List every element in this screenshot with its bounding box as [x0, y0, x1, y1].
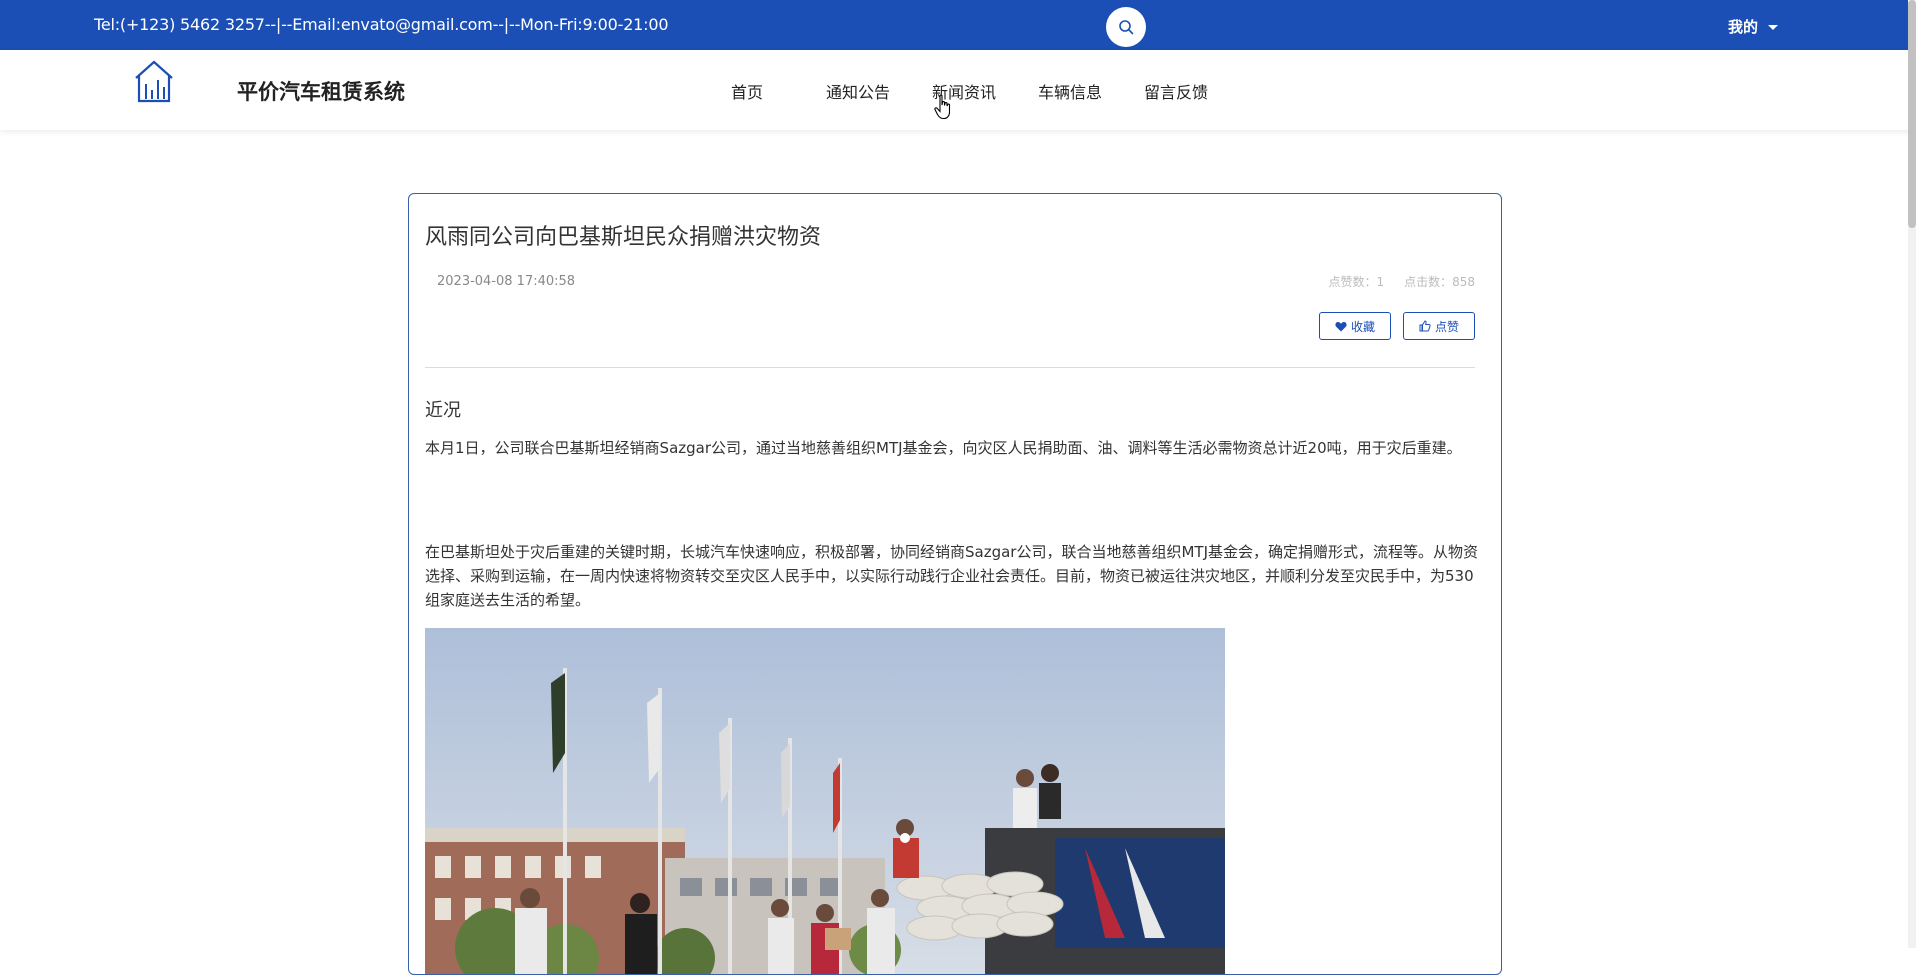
- article-card: 风雨同公司向巴基斯坦民众捐赠洪灾物资 2023-04-08 17:40:58 点…: [408, 193, 1502, 975]
- article-paragraph-2: 在巴基斯坦处于灾后重建的关键时期，长城汽车快速响应，积极部署，协同经销商Sazg…: [425, 543, 1479, 609]
- main-nav: 首页 通知公告 新闻资讯 车辆信息 留言反馈: [715, 79, 1213, 103]
- like-count: 点赞数：1: [1328, 275, 1385, 289]
- article-title: 风雨同公司向巴基斯坦民众捐赠洪灾物资: [425, 225, 822, 250]
- page-scrollbar[interactable]: [1908, 0, 1916, 948]
- contact-info: Tel:(+123) 5462 3257--|--Email:envato@gm…: [94, 15, 669, 34]
- site-title[interactable]: 平价汽车租赁系统: [237, 76, 405, 106]
- chevron-down-icon: [1768, 25, 1779, 30]
- nav-item-feedback[interactable]: 留言反馈: [1139, 79, 1213, 103]
- article-stats: 点赞数：1 点击数：858: [1328, 273, 1475, 290]
- hand-cursor-icon: [934, 94, 951, 120]
- article-photo: [425, 628, 1225, 974]
- main-header: 平价汽车租赁系统 首页 通知公告 新闻资讯 车辆信息 留言反馈: [0, 50, 1916, 130]
- like-button[interactable]: 点赞: [1403, 312, 1475, 340]
- click-count: 点击数：858: [1404, 275, 1475, 289]
- nav-item-notices[interactable]: 通知公告: [821, 79, 895, 103]
- like-label: 点赞: [1434, 319, 1459, 334]
- nav-item-vehicles[interactable]: 车辆信息: [1033, 79, 1107, 103]
- user-menu[interactable]: 我的: [1728, 16, 1779, 37]
- thumbs-up-icon: [1419, 320, 1431, 332]
- heart-icon: [1335, 321, 1347, 331]
- search-icon: [1119, 20, 1134, 35]
- section-heading: 近况: [425, 400, 461, 421]
- favorite-label: 收藏: [1350, 319, 1375, 334]
- article-paragraph-1: 本月1日，公司联合巴基斯坦经销商Sazgar公司，通过当地慈善组织MTJ基金会，…: [425, 439, 1462, 457]
- article-date: 2023-04-08 17:40:58: [437, 274, 576, 289]
- divider: [425, 367, 1475, 368]
- search-button[interactable]: [1106, 7, 1146, 47]
- building-chart-icon[interactable]: [133, 58, 175, 104]
- nav-item-home[interactable]: 首页: [715, 79, 779, 103]
- user-menu-label: 我的: [1728, 18, 1759, 36]
- scrollbar-thumb[interactable]: [1908, 0, 1916, 228]
- favorite-button[interactable]: 收藏: [1319, 312, 1391, 340]
- article-actions: 收藏 点赞: [1319, 312, 1475, 340]
- top-info-bar: Tel:(+123) 5462 3257--|--Email:envato@gm…: [0, 0, 1916, 50]
